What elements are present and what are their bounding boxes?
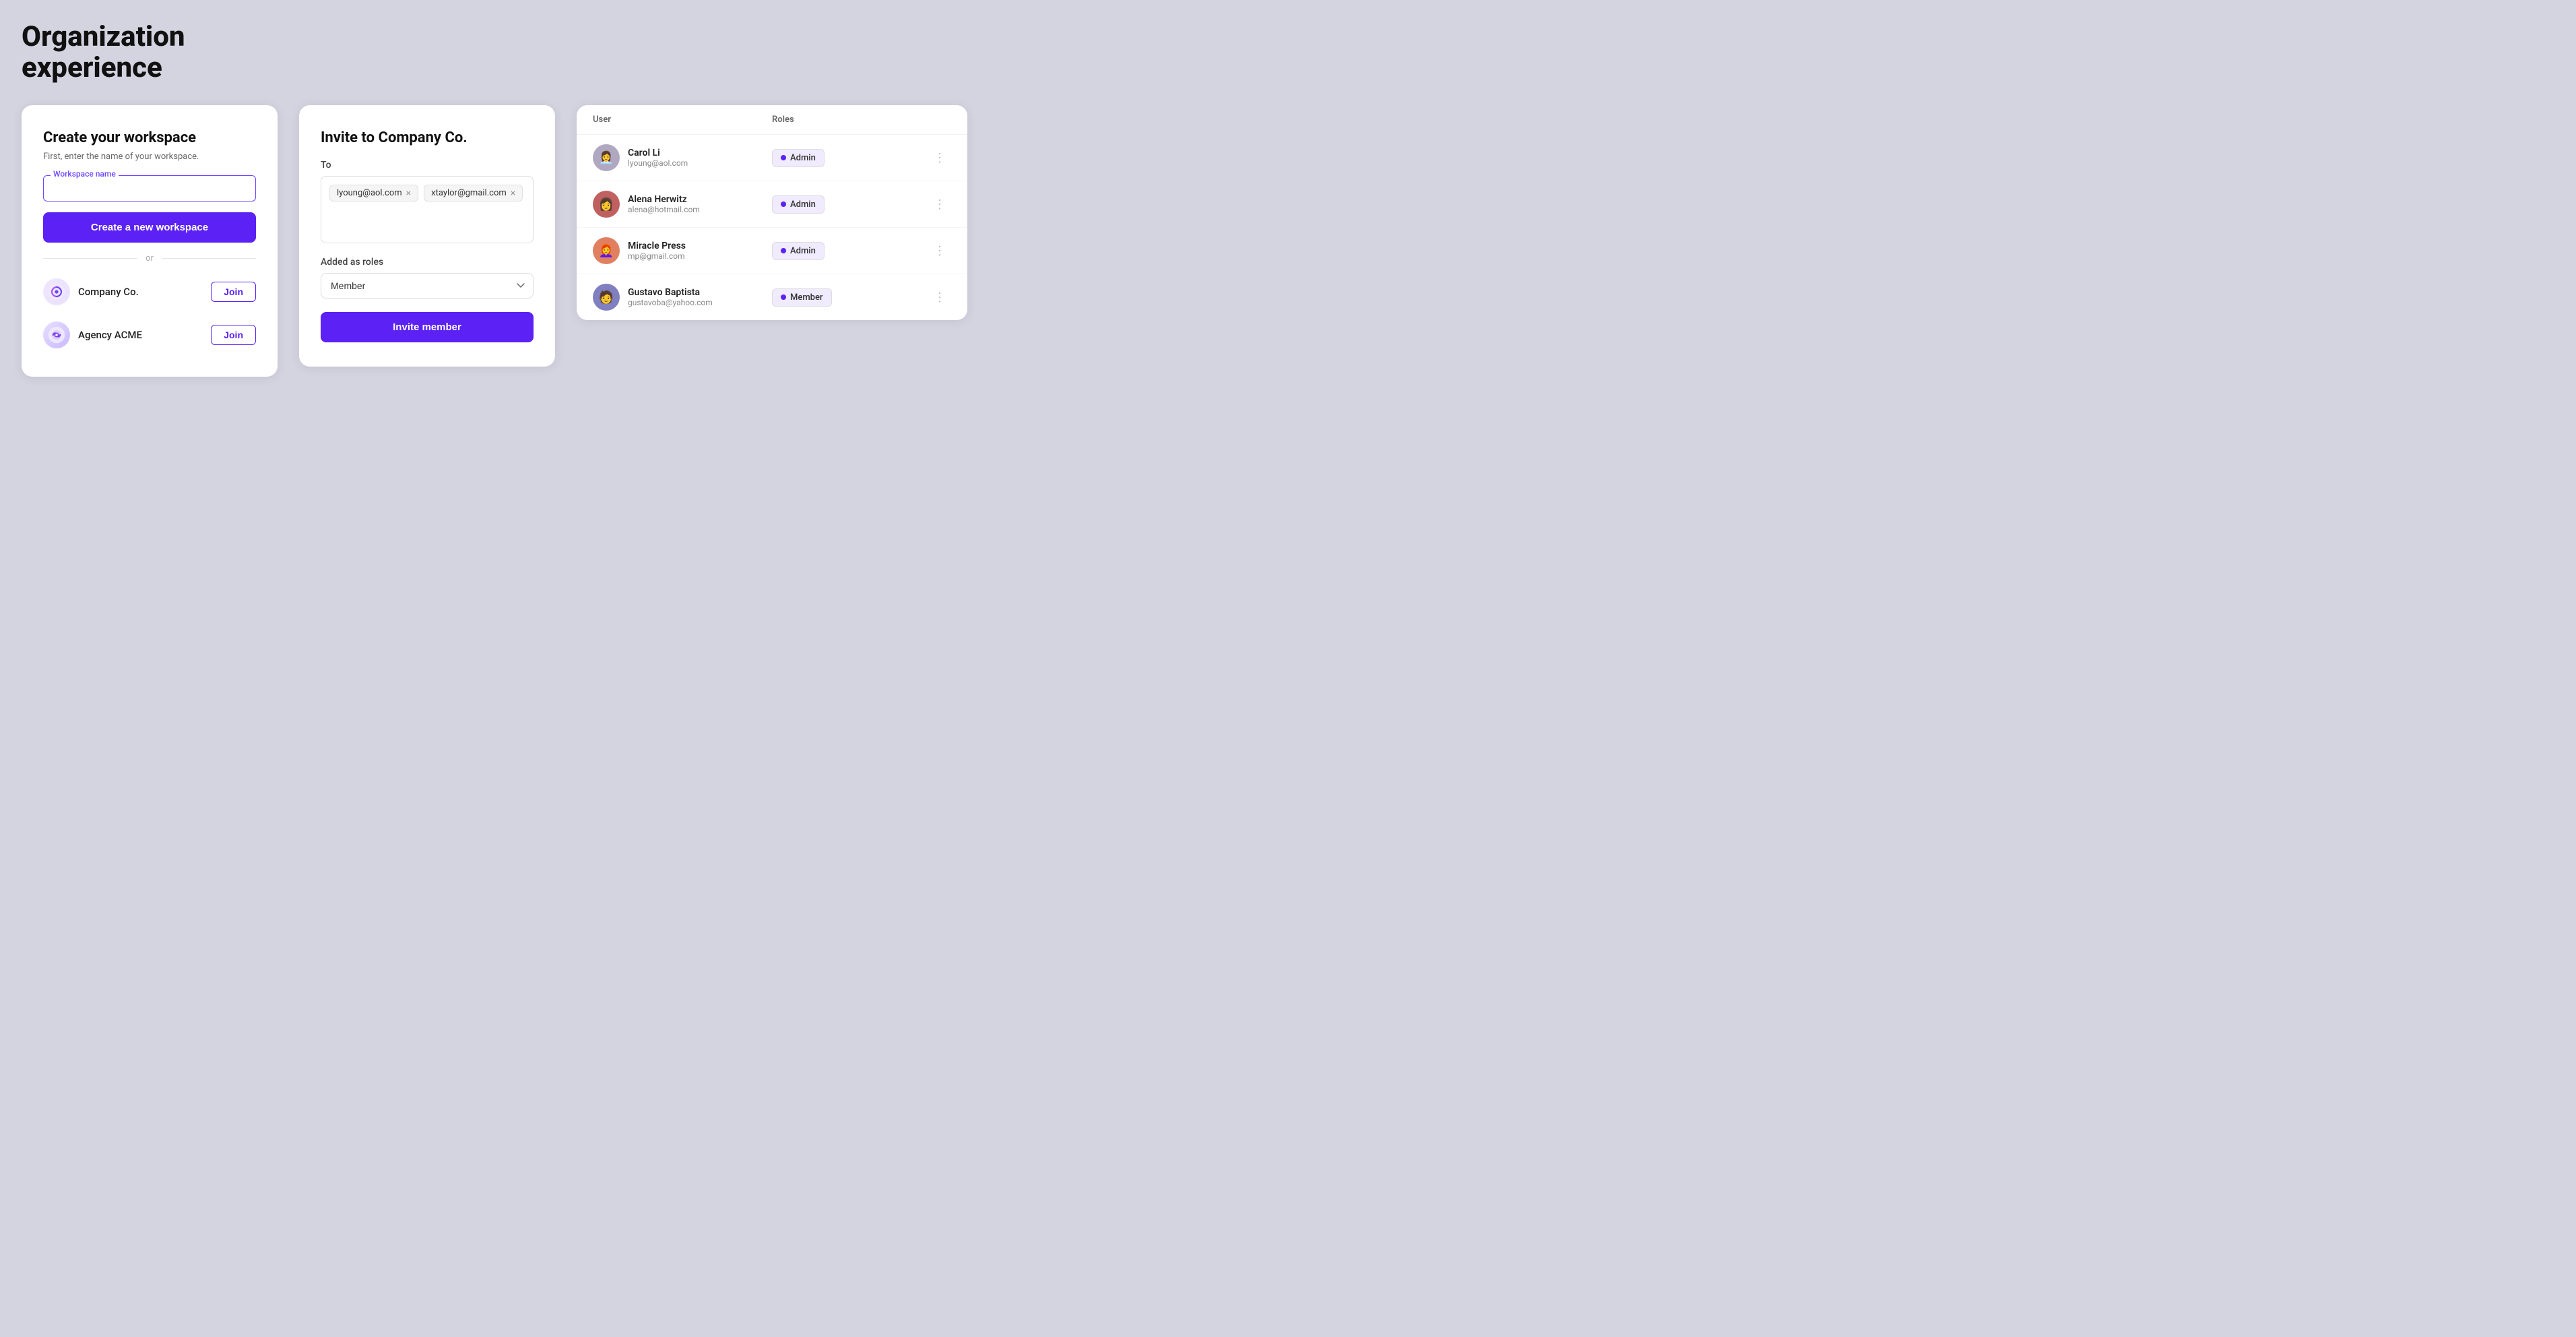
user-email-carol: lyoung@aol.com — [628, 158, 688, 168]
email-tags-row: lyoung@aol.com × xtaylor@gmail.com × — [329, 185, 525, 201]
workspace-name-input-group: Workspace name — [43, 175, 256, 201]
role-select[interactable]: Member Admin Viewer — [321, 273, 534, 299]
table-row: 👩‍💼 Carol Li lyoung@aol.com Admin ⋮ — [577, 135, 967, 181]
divider: or — [43, 253, 256, 263]
user-info-carol: 👩‍💼 Carol Li lyoung@aol.com — [593, 144, 772, 171]
role-cell-carol: Admin ⋮ — [772, 148, 951, 168]
workspace-list: Company Co. Join Agency ACME Join — [43, 274, 256, 352]
avatar-carol: 👩‍💼 — [593, 144, 620, 171]
user-email-miracle: mp@gmail.com — [628, 251, 686, 261]
workspace-icon-agencyacme — [43, 321, 70, 348]
join-agencyacme-button[interactable]: Join — [211, 325, 256, 345]
email-tags-box[interactable]: lyoung@aol.com × xtaylor@gmail.com × — [321, 176, 534, 243]
invite-card: Invite to Company Co. To lyoung@aol.com … — [299, 105, 555, 367]
workspace-item-agencyacme: Agency ACME Join — [43, 317, 256, 352]
cards-container: Create your workspace First, enter the n… — [22, 105, 2554, 377]
role-cell-gustavo: Member ⋮ — [772, 288, 951, 307]
user-name-gustavo: Gustavo Baptista — [628, 287, 713, 298]
user-name-miracle: Miracle Press — [628, 241, 686, 251]
user-email-alena: alena@hotmail.com — [628, 205, 700, 214]
user-details-miracle: Miracle Press mp@gmail.com — [628, 241, 686, 261]
email-tag-xtaylor: xtaylor@gmail.com × — [424, 185, 523, 201]
role-dot-carol — [781, 155, 786, 160]
user-name-carol: Carol Li — [628, 148, 688, 158]
role-label-alena: Admin — [790, 199, 816, 210]
role-label-gustavo: Member — [790, 292, 823, 303]
workspace-name-agencyacme: Agency ACME — [78, 329, 203, 341]
role-badge-alena: Admin — [772, 195, 825, 214]
email-tag-xtaylor-text: xtaylor@gmail.com — [431, 188, 507, 198]
table-header: User Roles — [577, 105, 967, 135]
user-details-gustavo: Gustavo Baptista gustavoba@yahoo.com — [628, 287, 713, 307]
role-cell-alena: Admin ⋮ — [772, 195, 951, 214]
invite-member-button[interactable]: Invite member — [321, 312, 534, 342]
user-info-miracle: 👩‍🦰 Miracle Press mp@gmail.com — [593, 237, 772, 264]
workspace-name-input[interactable] — [52, 180, 247, 197]
workspace-name-companyco: Company Co. — [78, 286, 203, 298]
table-row: 👩 Alena Herwitz alena@hotmail.com Admin … — [577, 181, 967, 228]
role-dot-alena — [781, 201, 786, 207]
table-header-roles: Roles — [772, 115, 951, 125]
invite-title: Invite to Company Co. — [321, 129, 534, 146]
email-tag-lyoung: lyoung@aol.com × — [329, 185, 418, 201]
role-badge-carol: Admin — [772, 149, 825, 167]
role-label-miracle: Admin — [790, 246, 816, 256]
more-options-gustavo[interactable]: ⋮ — [928, 288, 951, 307]
create-workspace-title: Create your workspace — [43, 129, 256, 146]
table-row: 🧑 Gustavo Baptista gustavoba@yahoo.com M… — [577, 274, 967, 320]
role-badge-miracle: Admin — [772, 242, 825, 260]
more-options-carol[interactable]: ⋮ — [928, 148, 951, 168]
avatar-gustavo: 🧑 — [593, 284, 620, 311]
role-label-carol: Admin — [790, 153, 816, 163]
role-dot-miracle — [781, 248, 786, 253]
roles-label: Added as roles — [321, 257, 534, 268]
email-tag-lyoung-text: lyoung@aol.com — [337, 188, 402, 198]
user-info-alena: 👩 Alena Herwitz alena@hotmail.com — [593, 191, 772, 218]
more-options-alena[interactable]: ⋮ — [928, 195, 951, 214]
table-header-user: User — [593, 115, 772, 125]
create-workspace-subtitle: First, enter the name of your workspace. — [43, 152, 256, 162]
avatar-alena: 👩 — [593, 191, 620, 218]
table-row: 👩‍🦰 Miracle Press mp@gmail.com Admin ⋮ — [577, 228, 967, 274]
create-workspace-button[interactable]: Create a new workspace — [43, 212, 256, 243]
users-table-card: User Roles 👩‍💼 Carol Li lyoung@aol.com A… — [577, 105, 967, 320]
user-name-alena: Alena Herwitz — [628, 194, 700, 205]
avatar-miracle: 👩‍🦰 — [593, 237, 620, 264]
workspace-icon-companyco — [43, 278, 70, 305]
join-companyco-button[interactable]: Join — [211, 282, 256, 302]
workspace-item-companyco: Company Co. Join — [43, 274, 256, 309]
email-tag-xtaylor-close[interactable]: × — [511, 189, 515, 198]
agencyacme-logo-icon — [47, 325, 66, 344]
page-title: Organization experience — [22, 22, 2554, 84]
role-dot-gustavo — [781, 294, 786, 300]
create-workspace-card: Create your workspace First, enter the n… — [22, 105, 278, 377]
to-label: To — [321, 160, 534, 170]
email-tag-lyoung-close[interactable]: × — [406, 189, 411, 198]
user-details-carol: Carol Li lyoung@aol.com — [628, 148, 688, 168]
role-badge-gustavo: Member — [772, 288, 832, 307]
more-options-miracle[interactable]: ⋮ — [928, 241, 951, 261]
workspace-name-label: Workspace name — [51, 169, 119, 179]
user-details-alena: Alena Herwitz alena@hotmail.com — [628, 194, 700, 214]
user-info-gustavo: 🧑 Gustavo Baptista gustavoba@yahoo.com — [593, 284, 772, 311]
companyco-logo-icon — [47, 282, 66, 301]
role-cell-miracle: Admin ⋮ — [772, 241, 951, 261]
user-email-gustavo: gustavoba@yahoo.com — [628, 298, 713, 307]
